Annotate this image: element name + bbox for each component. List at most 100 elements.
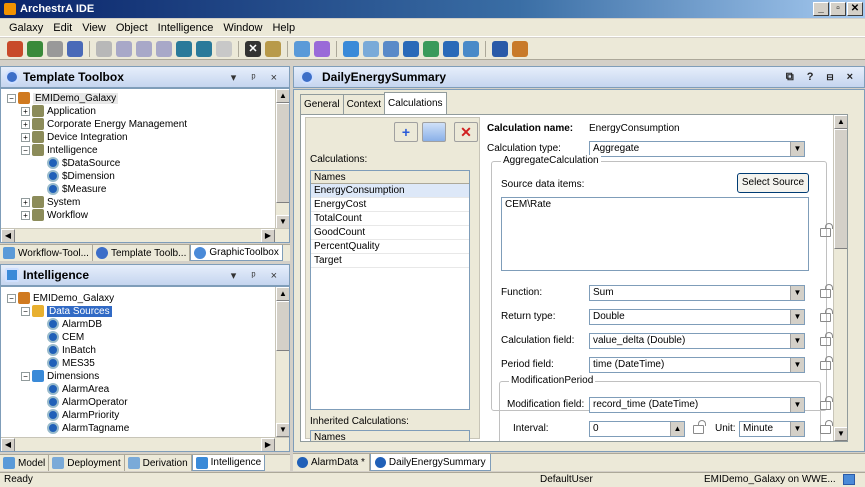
- scroll-thumb[interactable]: [834, 129, 847, 249]
- unit-select[interactable]: Minute ▼: [739, 421, 805, 437]
- properties-icon[interactable]: [47, 40, 63, 57]
- lock-icon[interactable]: [820, 332, 833, 346]
- menu-help[interactable]: Help: [267, 22, 300, 34]
- scroll-down-icon[interactable]: ▼: [834, 427, 847, 441]
- lock-icon[interactable]: [820, 356, 833, 370]
- restore-button[interactable]: ▫: [830, 2, 846, 16]
- tree-item[interactable]: AlarmOperator: [47, 396, 128, 408]
- tab-alarmdata[interactable]: AlarmData *: [293, 454, 370, 471]
- tree-item[interactable]: AlarmPriority: [47, 409, 119, 421]
- editor-controls[interactable]: ⧉ ? ⊟ ×: [786, 71, 858, 84]
- tree-item[interactable]: + System: [21, 196, 80, 208]
- scroll-right-icon[interactable]: ▶: [261, 229, 275, 242]
- import-icon[interactable]: [176, 40, 192, 57]
- template-icon[interactable]: [216, 40, 232, 57]
- tree-item[interactable]: AlarmTagname: [47, 422, 129, 434]
- tab-dailyenergysummary[interactable]: DailyEnergySummary: [369, 454, 491, 471]
- scroll-thumb[interactable]: [276, 301, 289, 351]
- workflow-icon[interactable]: [383, 40, 399, 57]
- mod-field-select[interactable]: record_time (DateTime) ▼: [589, 397, 805, 413]
- object-icon[interactable]: [403, 40, 419, 57]
- inherited-names-header[interactable]: Names: [311, 431, 469, 441]
- tree-item[interactable]: AlarmDB: [47, 318, 102, 330]
- scroll-left-icon[interactable]: ◀: [1, 229, 15, 242]
- tab-derivation[interactable]: Derivation: [125, 455, 192, 471]
- lock-icon[interactable]: [820, 308, 833, 322]
- calc-type-select[interactable]: Aggregate ▼: [589, 141, 805, 157]
- chevron-down-icon[interactable]: ▼: [790, 334, 804, 348]
- tree-item[interactable]: MES35: [47, 357, 95, 369]
- list-item[interactable]: Target: [311, 254, 469, 268]
- lock-icon[interactable]: [820, 420, 833, 434]
- menu-object[interactable]: Object: [111, 22, 153, 34]
- check-icon[interactable]: [96, 40, 112, 57]
- tree-item[interactable]: − Dimensions: [21, 370, 99, 382]
- tree-item[interactable]: $DataSource: [47, 157, 120, 169]
- scroll-left-icon[interactable]: ◀: [1, 438, 15, 451]
- derivation-icon[interactable]: [363, 40, 379, 57]
- tree-item[interactable]: AlarmArea: [47, 383, 109, 395]
- chevron-down-icon[interactable]: ▼: [790, 398, 804, 412]
- tab-workflow-toolbox[interactable]: Workflow-Tool...: [0, 245, 93, 261]
- export-icon[interactable]: [196, 40, 212, 57]
- menu-view[interactable]: View: [77, 22, 111, 34]
- editor-vscroll[interactable]: ▲ ▼: [833, 115, 847, 441]
- scroll-up-icon[interactable]: ▲: [276, 89, 289, 103]
- model-view-icon[interactable]: [294, 40, 310, 57]
- pane-controls[interactable]: ▾ ᵖ ×: [231, 71, 283, 84]
- intelligence-icon[interactable]: [343, 40, 359, 57]
- toolbox-vscroll[interactable]: ▲ ▼: [275, 89, 289, 229]
- new-icon[interactable]: [7, 40, 23, 57]
- list-item[interactable]: PercentQuality: [311, 240, 469, 254]
- intelligence-hscroll[interactable]: ◀ ▶: [1, 437, 289, 451]
- delete-icon[interactable]: ✕: [245, 40, 261, 57]
- scroll-up-icon[interactable]: ▲: [276, 287, 289, 301]
- tree-item[interactable]: + Corporate Energy Management: [21, 118, 187, 130]
- scroll-right-icon[interactable]: ▶: [261, 438, 275, 451]
- calculations-list[interactable]: Names EnergyConsumption EnergyCost Total…: [310, 170, 470, 410]
- list-item[interactable]: TotalCount: [311, 212, 469, 226]
- close-button[interactable]: ✕: [847, 2, 863, 16]
- dimension-icon[interactable]: [443, 40, 459, 57]
- lock-icon[interactable]: [820, 284, 833, 298]
- datasource-icon[interactable]: [463, 40, 479, 57]
- menu-edit[interactable]: Edit: [48, 22, 77, 34]
- tree-item[interactable]: + Workflow: [21, 209, 88, 221]
- menu-galaxy[interactable]: Galaxy: [4, 22, 48, 34]
- list-item[interactable]: EnergyConsumption: [311, 184, 469, 198]
- menu-window[interactable]: Window: [218, 22, 267, 34]
- open-icon[interactable]: [27, 40, 43, 57]
- source-items-box[interactable]: CEM\Rate: [501, 197, 809, 271]
- tree-item[interactable]: + Device Integration: [21, 131, 128, 143]
- tree-root[interactable]: − EMIDemo_Galaxy: [7, 292, 114, 304]
- measure-icon[interactable]: [423, 40, 439, 57]
- tab-general[interactable]: General: [300, 94, 344, 114]
- chevron-down-icon[interactable]: ▼: [790, 422, 804, 436]
- toolbox-hscroll[interactable]: ◀ ▶: [1, 228, 289, 242]
- calc-field-select[interactable]: value_delta (Double) ▼: [589, 333, 805, 349]
- return-type-select[interactable]: Double ▼: [589, 309, 805, 325]
- add-icon[interactable]: +: [394, 122, 418, 142]
- tree-item[interactable]: + Application: [21, 105, 96, 117]
- deploy-icon[interactable]: [116, 40, 132, 57]
- scroll-up-icon[interactable]: ▲: [834, 115, 847, 129]
- scroll-down-icon[interactable]: ▼: [276, 215, 289, 229]
- intelligence-vscroll[interactable]: ▲ ▼: [275, 287, 289, 437]
- chevron-down-icon[interactable]: ▼: [790, 142, 804, 156]
- deployment-view-icon[interactable]: [314, 40, 330, 57]
- inherited-list[interactable]: Names: [310, 430, 470, 441]
- undeploy-icon[interactable]: [136, 40, 152, 57]
- delete-icon[interactable]: ✕: [454, 122, 478, 142]
- upload-icon[interactable]: [156, 40, 172, 57]
- tree-root[interactable]: − EMIDemo_Galaxy: [7, 92, 119, 104]
- tree-item[interactable]: $Measure: [47, 183, 106, 195]
- menu-intelligence[interactable]: Intelligence: [153, 22, 219, 34]
- lock-icon[interactable]: [693, 420, 706, 434]
- spinner-icon[interactable]: ▲: [670, 422, 684, 436]
- period-field-select[interactable]: time (DateTime) ▼: [589, 357, 805, 373]
- chevron-down-icon[interactable]: ▼: [790, 358, 804, 372]
- tab-graphic-toolbox[interactable]: GraphicToolbox: [190, 245, 283, 261]
- tree-item-data-sources[interactable]: − Data Sources: [21, 305, 112, 317]
- tree-item[interactable]: CEM: [47, 331, 84, 343]
- chevron-down-icon[interactable]: ▼: [790, 286, 804, 300]
